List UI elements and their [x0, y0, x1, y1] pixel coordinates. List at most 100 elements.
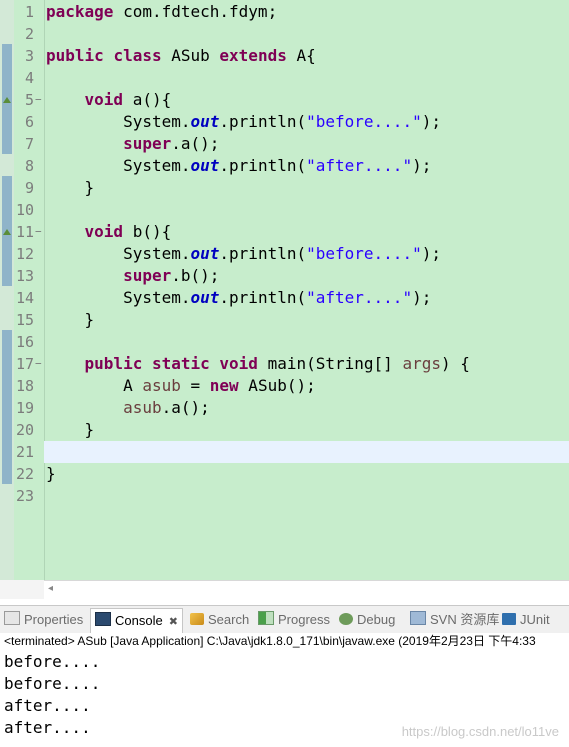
line-number: 21 [15, 443, 34, 461]
code-token: void [219, 354, 258, 373]
code-line: System.out.println("before...."); [46, 243, 441, 265]
console-icon [95, 612, 111, 626]
line-number: 15 [15, 311, 34, 329]
code-line: package com.fdtech.fdym; [46, 1, 277, 23]
line-number: 8 [24, 157, 34, 175]
line-number: 10 [15, 201, 34, 219]
code-line: System.out.println("before...."); [46, 111, 441, 133]
line-number: 16 [15, 333, 34, 351]
code-token: A{ [286, 46, 316, 65]
code-token: b(){ [123, 222, 172, 241]
code-token: ASub [161, 46, 220, 65]
code-token: } [46, 464, 56, 483]
change-bar [2, 330, 12, 484]
tab-svn[interactable]: SVN 资源库 [410, 609, 499, 631]
tab-properties[interactable]: Properties [4, 609, 83, 631]
code-line: void b(){ [46, 221, 172, 243]
line-number: 7 [24, 135, 34, 153]
line-number: 3 [24, 47, 34, 65]
progress-icon [258, 611, 274, 625]
code-token: "before...." [306, 112, 422, 131]
fold-toggle-icon[interactable]: − [35, 221, 43, 243]
code-token: public [84, 354, 143, 373]
override-marker-icon [3, 229, 11, 235]
code-line: super.b(); [46, 265, 219, 287]
tab-label: Progress [278, 612, 331, 627]
code-editor[interactable]: package com.fdtech.fdym; public class ASu… [0, 0, 569, 580]
line-number: 9 [24, 179, 34, 197]
fold-toggle-icon[interactable]: − [35, 89, 43, 111]
code-token: asub [123, 398, 162, 417]
tab-debug[interactable]: Debug [339, 609, 395, 631]
code-token: System. [46, 112, 191, 131]
console-output-line: after.... [4, 718, 91, 737]
code-line: System.out.println("after...."); [46, 155, 431, 177]
line-number: 6 [24, 113, 34, 131]
scroll-corner [0, 580, 44, 599]
line-number: 4 [24, 69, 34, 87]
console-output-line: after.... [4, 696, 91, 715]
horizontal-scrollbar[interactable]: ◂ [44, 580, 569, 599]
code-token: extends [219, 46, 287, 65]
close-icon[interactable]: ✖ [169, 616, 178, 628]
code-line: } [46, 177, 95, 199]
watermark: https://blog.csdn.net/lo11ve [401, 724, 559, 739]
code-token: } [46, 310, 95, 329]
code-line: } [46, 309, 95, 331]
line-number: 22 [15, 465, 34, 483]
code-token: main(String[] [257, 354, 403, 373]
tab-label: JUnit [520, 612, 550, 627]
code-token: ); [421, 112, 441, 131]
code-line: super.a(); [46, 133, 219, 155]
line-number: 17 [15, 355, 34, 373]
code-token: = [180, 376, 210, 395]
tab-progress[interactable]: Progress [258, 609, 330, 631]
debug-icon [339, 613, 353, 625]
code-token: super [123, 134, 172, 153]
code-token: out [190, 244, 220, 263]
tab-console[interactable]: Console ✖ [90, 608, 183, 633]
code-line: } [46, 463, 56, 485]
code-token: ); [412, 288, 432, 307]
code-token: System. [46, 156, 191, 175]
code-token: A [46, 376, 143, 395]
code-line: void a(){ [46, 89, 172, 111]
console-output-line: before.... [4, 652, 101, 671]
svn-icon [410, 611, 426, 625]
junit-icon [502, 613, 516, 625]
line-number: 20 [15, 421, 34, 439]
code-token: System. [46, 288, 191, 307]
console-output[interactable]: before.... before.... after.... after.... h… [0, 651, 569, 747]
tab-junit[interactable]: JUnit [502, 609, 550, 631]
marker-strip [0, 0, 14, 580]
code-token: "before...." [306, 244, 422, 263]
tab-label: Debug [357, 612, 396, 627]
code-token: com.fdtech.fdym; [113, 2, 278, 21]
code-token: } [46, 420, 95, 439]
code-token: static [151, 354, 210, 373]
code-token: class [113, 46, 162, 65]
override-marker-icon [3, 97, 11, 103]
line-number: 18 [15, 377, 34, 395]
current-line-highlight [44, 441, 569, 463]
code-token: .a(); [171, 134, 220, 153]
code-line: A asub = new ASub(); [46, 375, 316, 397]
scroll-left-arrow-icon[interactable]: ◂ [48, 583, 53, 594]
code-token: .println( [219, 156, 307, 175]
code-token: void [84, 222, 124, 241]
tab-search[interactable]: Search [190, 609, 249, 631]
code-token: out [190, 156, 220, 175]
code-token: "after...." [306, 156, 413, 175]
line-number: 1 [24, 3, 34, 21]
line-number: 14 [15, 289, 34, 307]
line-number: 2 [24, 25, 34, 43]
code-token: System. [46, 244, 191, 263]
code-token: .a(); [161, 398, 210, 417]
code-line: } [46, 419, 95, 441]
code-token: super [123, 266, 172, 285]
fold-toggle-icon[interactable]: − [35, 353, 43, 375]
